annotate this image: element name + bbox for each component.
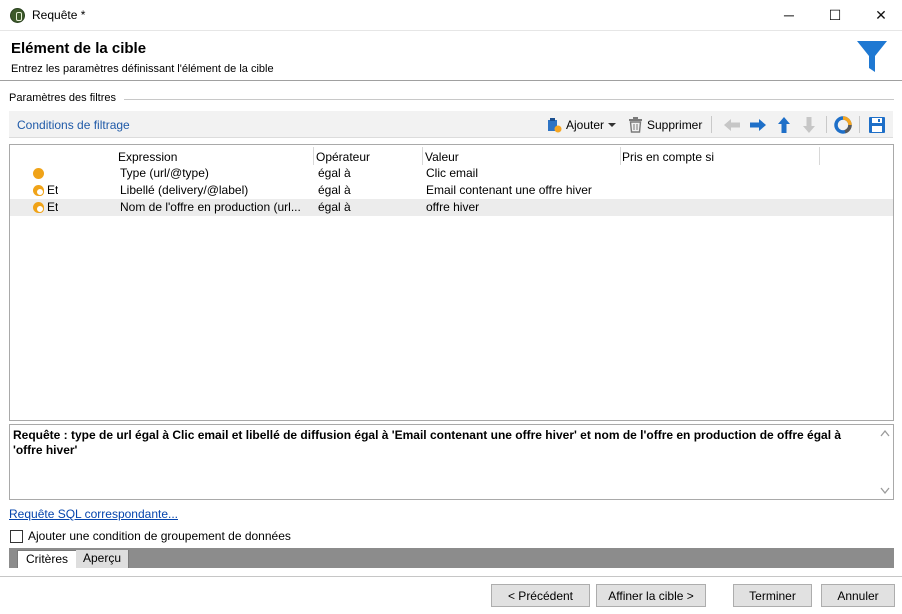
arrow-right-icon — [750, 119, 766, 131]
add-button[interactable]: Ajouter — [546, 115, 617, 135]
toolbar-title: Conditions de filtrage — [17, 118, 130, 132]
column-separator — [620, 147, 621, 165]
distribution-chart-icon — [834, 116, 852, 134]
query-text: Requête : type de url égal à Clic email … — [13, 428, 842, 457]
conditions-table[interactable]: Expression Opérateur Valeur Pris en comp… — [9, 144, 894, 421]
column-separator — [819, 147, 820, 165]
table-row[interactable]: Type (url/@type) égal à Clic email — [10, 165, 893, 182]
title-bar: Requête * ─ ☐ ✕ — [0, 0, 902, 31]
row-operator: égal à — [318, 183, 351, 197]
column-header-value[interactable]: Valeur — [425, 148, 459, 166]
page-title: Elément de la cible — [11, 40, 147, 57]
row-operator: égal à — [318, 166, 351, 180]
grouping-checkbox-label[interactable]: Ajouter une condition de groupement de d… — [28, 529, 291, 543]
window-title: Requête * — [32, 8, 86, 22]
row-expression: Libellé (delivery/@label) — [120, 183, 249, 197]
query-text-area[interactable]: Requête : type de url égal à Clic email … — [9, 424, 894, 500]
row-logic: Et — [47, 200, 59, 214]
delete-button[interactable]: Supprimer — [628, 115, 702, 135]
arrow-down-icon — [803, 117, 815, 133]
move-up-button[interactable] — [773, 114, 795, 136]
column-separator — [313, 147, 314, 165]
and-condition-icon — [33, 185, 44, 196]
table-row[interactable]: Et Libellé (delivery/@label) égal à Emai… — [10, 182, 893, 199]
scroll-up-icon — [880, 429, 890, 437]
table-row[interactable]: Et Nom de l'offre en production (url... … — [10, 199, 893, 216]
row-value: Email contenant une offre hiver — [426, 183, 592, 197]
tab-criteria[interactable]: Critères — [17, 550, 78, 568]
column-header-condition[interactable]: Pris en compte si — [622, 148, 714, 166]
grouping-checkbox[interactable] — [10, 530, 23, 543]
group-divider — [124, 99, 894, 100]
column-separator — [422, 147, 423, 165]
row-expression: Type (url/@type) — [120, 166, 209, 180]
cancel-button[interactable]: Annuler — [821, 584, 895, 607]
chevron-down-icon — [608, 123, 617, 127]
sql-query-link[interactable]: Requête SQL correspondante... — [9, 507, 178, 521]
row-operator: égal à — [318, 200, 351, 214]
column-header-expression[interactable]: Expression — [118, 148, 177, 166]
funnel-icon — [857, 41, 887, 72]
toolbar-separator — [859, 116, 860, 133]
row-logic: Et — [47, 183, 59, 197]
row-expression: Nom de l'offre en production (url... — [120, 200, 301, 214]
refine-target-button[interactable]: Affiner la cible > — [596, 584, 706, 607]
move-down-button[interactable] — [798, 114, 820, 136]
row-value: offre hiver — [426, 200, 480, 214]
tab-preview[interactable]: Aperçu — [76, 550, 130, 568]
save-button[interactable] — [866, 114, 888, 136]
row-value: Clic email — [426, 166, 479, 180]
header-divider — [0, 80, 902, 81]
minimize-button[interactable]: ─ — [766, 0, 812, 30]
query-scrollbar[interactable] — [877, 426, 893, 498]
page-subtitle: Entrez les paramètres définissant l'élém… — [11, 63, 274, 75]
delete-button-label: Supprimer — [647, 118, 703, 132]
app-icon — [10, 8, 25, 23]
move-left-button[interactable] — [721, 114, 743, 136]
arrow-up-icon — [778, 117, 790, 133]
distribution-button[interactable] — [832, 114, 854, 136]
toolbar-separator — [826, 116, 827, 133]
footer-divider — [0, 576, 902, 577]
trash-icon — [629, 117, 642, 133]
add-condition-icon — [548, 118, 562, 133]
filters-group-label: Paramètres des filtres — [9, 92, 120, 104]
close-button[interactable]: ✕ — [858, 0, 902, 30]
maximize-button[interactable]: ☐ — [812, 0, 858, 30]
finish-button[interactable]: Terminer — [733, 584, 812, 607]
save-icon — [869, 117, 885, 133]
add-button-label: Ajouter — [566, 118, 605, 132]
previous-button[interactable]: < Précédent — [491, 584, 590, 607]
scroll-down-icon — [880, 487, 890, 495]
column-header-operator[interactable]: Opérateur — [316, 148, 370, 166]
tab-bar: Critères Aperçu — [9, 548, 894, 568]
and-condition-icon — [33, 202, 44, 213]
condition-bullet-icon — [33, 168, 44, 179]
move-right-button[interactable] — [747, 114, 769, 136]
toolbar-separator — [711, 116, 712, 133]
filter-toolbar: Conditions de filtrage Ajouter Supprimer — [9, 111, 893, 138]
arrow-left-icon — [724, 119, 740, 131]
